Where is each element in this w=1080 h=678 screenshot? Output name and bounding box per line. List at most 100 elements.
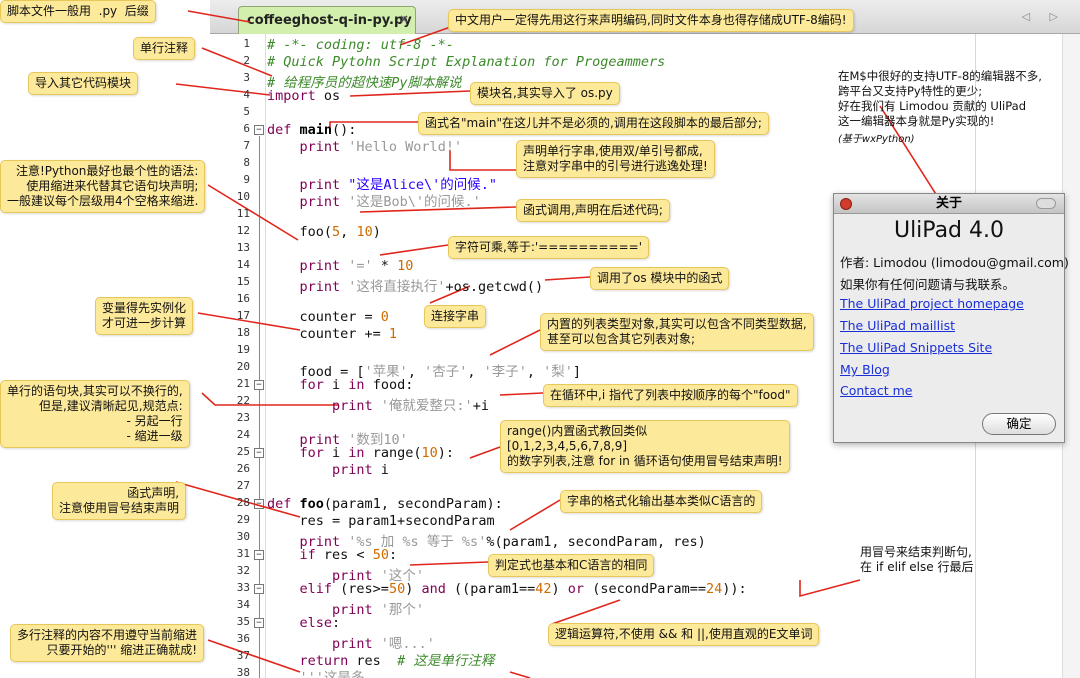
app-name: UliPad 4.0	[893, 218, 1005, 243]
fold-toggle-icon[interactable]: −	[254, 618, 264, 628]
note-string-multiply: 字符可乘,等于:'=========='	[448, 236, 650, 259]
code-token: '那个'	[372, 602, 425, 618]
fold-toggle-icon[interactable]: −	[254, 550, 264, 560]
code-token: ):	[437, 445, 454, 461]
line-number: 37	[236, 649, 250, 662]
line-number: 32	[236, 564, 250, 577]
code-token: print	[267, 279, 341, 295]
code-token: )	[405, 581, 422, 597]
code-line[interactable]: import os	[267, 88, 340, 105]
code-token: res = param1+secondParam	[267, 513, 495, 529]
code-token: else	[267, 615, 333, 631]
note-quote-escape: 声明单行字串,使用双/单引号都成, 注意对字串中的引号进行逃逸处理!	[516, 140, 715, 178]
fold-toggle-icon[interactable]: −	[254, 499, 264, 509]
code-line[interactable]: print "这是Alice\'的问候."	[267, 173, 498, 193]
line-number: 10	[236, 190, 250, 203]
link-contact[interactable]: Contact me	[840, 383, 912, 398]
link-snippets[interactable]: The UliPad Snippets Site	[840, 340, 992, 355]
fold-toggle-icon[interactable]: −	[254, 584, 264, 594]
code-line[interactable]: print '那个'	[267, 598, 425, 618]
code-line[interactable]: # -*- coding: utf-8 -*-	[267, 37, 454, 54]
link-maillist[interactable]: The UliPad maillist	[840, 318, 955, 333]
link-blog[interactable]: My Blog	[840, 362, 890, 377]
code-line[interactable]: # Quick Pytohn Script Explanation for Pr…	[267, 54, 665, 71]
line-number: 14	[236, 258, 250, 271]
code-token: def	[267, 496, 292, 512]
code-token: (param1, secondParam):	[323, 496, 503, 512]
code-line[interactable]: print '=' * 10	[267, 258, 414, 275]
line-number: 16	[236, 292, 250, 305]
about-title: 关于	[935, 196, 962, 211]
note-logic-ops: 逻辑运算符,不使用 && 和 ||,使用直观的E文单词	[548, 623, 820, 646]
fold-toggle-icon[interactable]: −	[254, 380, 264, 390]
code-token: main	[299, 122, 333, 138]
code-token: if	[267, 547, 316, 563]
code-token: and	[421, 581, 446, 597]
code-token: or	[567, 581, 585, 597]
code-line[interactable]: print '这将直接执行'+os.getcwd()	[267, 275, 544, 295]
code-line[interactable]: print '这是Bob\'的问候.'	[267, 190, 481, 210]
note-module-name: 模块名,其实导入了 os.py	[470, 82, 620, 105]
tab-file[interactable]: coffeeghost-q-in-py.py ×	[238, 6, 416, 34]
code-line[interactable]: print '俺就爱整只:'+i	[267, 394, 489, 414]
code-line[interactable]: counter += 1	[267, 326, 398, 343]
code-line[interactable]: print i	[267, 462, 389, 479]
line-number: 33	[236, 581, 250, 594]
fold-toggle-icon[interactable]: −	[254, 448, 264, 458]
code-line[interactable]: def main():	[267, 122, 356, 139]
line-number: 38	[236, 666, 250, 678]
code-token: print	[267, 139, 341, 155]
note-ulipad: 在M$中很好的支持UTF-8的编辑器不多, 跨平台又支持Py特性的更少; 好在我…	[838, 69, 1042, 128]
code-line[interactable]: for i in range(10):	[267, 445, 455, 462]
code-line[interactable]: counter = 0	[267, 309, 389, 326]
code-line[interactable]: res = param1+secondParam	[267, 513, 495, 530]
code-line[interactable]: def foo(param1, secondParam):	[267, 496, 503, 513]
code-line[interactable]: if res < 50:	[267, 547, 398, 564]
close-icon[interactable]	[840, 198, 852, 210]
code-token: counter +=	[267, 326, 389, 342]
code-line[interactable]: print '这个'	[267, 564, 424, 584]
code-line[interactable]: foo(5, 10)	[267, 224, 381, 241]
link-homepage[interactable]: The UliPad project homepage	[840, 296, 1024, 311]
code-token: 10	[356, 224, 373, 240]
code-token: 42	[535, 581, 552, 597]
fold-toggle-icon[interactable]: −	[254, 125, 264, 135]
close-icon[interactable]: ×	[399, 12, 409, 26]
code-line[interactable]: for i in food:	[267, 377, 414, 394]
code-token: # -*- coding: utf-8 -*-	[267, 37, 454, 53]
code-line[interactable]: print 'Hello World!'	[267, 139, 463, 156]
code-token: food:	[364, 377, 414, 393]
note-import-module: 导入其它代码模块	[28, 72, 139, 95]
code-token: '梨'	[543, 364, 573, 380]
screenshot-stage: coffeeghost-q-in-py.py × ◁ ▷ − − − − − −…	[0, 0, 1080, 678]
note-string-concat: 连接字串	[424, 305, 487, 328]
line-number: 15	[236, 275, 250, 288]
line-number: 19	[236, 343, 250, 356]
line-number: 9	[243, 173, 250, 186]
code-token: ,	[526, 364, 544, 380]
code-token: os	[315, 88, 341, 104]
code-line[interactable]: elif (res>=50) and ((param1==42) or (sec…	[267, 581, 747, 598]
maximize-icon[interactable]	[1036, 198, 1056, 209]
note-range-func: range()内置函式教回类似 [0,1,2,3,4,5,6,7,8,9] 的数…	[500, 420, 790, 473]
code-line[interactable]: print '%s 加 %s 等于 %s'%(param1, secondPar…	[267, 530, 706, 550]
about-dialog: 关于 UliPad 4.0 作者: Limodou (limodou@gmail…	[833, 193, 1069, 443]
note-single-block: 单行的语句块,其实可以不换行的, 但是,建议清晰起见,规范点: - 另起一行 -…	[0, 380, 190, 448]
code-line[interactable]: food = ['苹果', '杏子', '李子', '梨']	[267, 360, 582, 380]
tab-nav-arrows-icon[interactable]: ◁ ▷	[1022, 10, 1066, 23]
code-line[interactable]: '''这是多	[267, 666, 365, 678]
code-line[interactable]: print '数到10'	[267, 428, 408, 448]
code-line[interactable]: print '嗯...'	[267, 632, 435, 652]
code-token: 0	[380, 309, 389, 325]
code-line[interactable]: # 给程序员的超快速Py脚本解说	[267, 71, 462, 91]
code-token: )	[551, 581, 568, 597]
line-number: 5	[243, 105, 250, 118]
code-token: 'Hello World!'	[340, 139, 463, 155]
line-number: 26	[236, 462, 250, 475]
line-number: 34	[236, 598, 250, 611]
ok-button[interactable]: 确定	[982, 413, 1056, 435]
code-line[interactable]: return res # 这是单行注释	[267, 649, 495, 669]
line-number: 24	[236, 428, 250, 441]
code-line[interactable]: else:	[267, 615, 341, 632]
line-number: 31	[236, 547, 250, 560]
